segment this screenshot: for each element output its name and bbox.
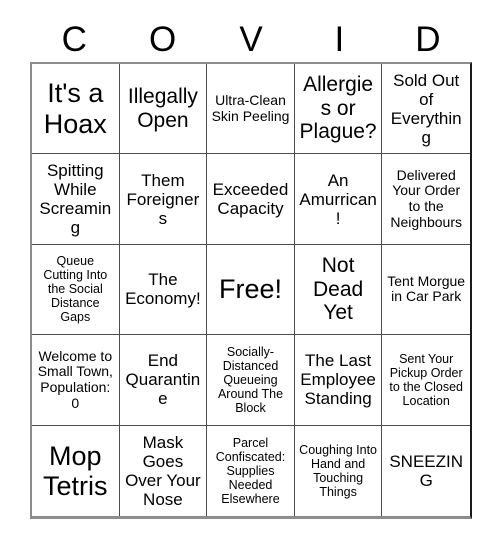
bingo-cell-label: Exceeded Capacity: [212, 180, 289, 219]
bingo-card: C O V I D It's a Hoax Illegally Open Ult…: [0, 0, 500, 544]
bingo-cell-label: Them Foreigners: [126, 170, 200, 228]
bingo-cell-label: Welcome to Small Town, Population: 0: [37, 347, 113, 411]
bingo-cell[interactable]: Ultra-Clean Skin Peeling: [207, 64, 295, 155]
bingo-cell-label: It's a Hoax: [43, 78, 107, 139]
bingo-cell-label: Spitting While Screaming: [39, 161, 112, 238]
header-letter-d: D: [415, 19, 441, 59]
bingo-cell[interactable]: Sold Out of Everything: [382, 64, 470, 155]
bingo-cell-label: An Amurrican!: [299, 170, 377, 228]
bingo-cell-label: Mop Tetris: [43, 440, 108, 501]
bingo-header-row: C O V I D: [30, 16, 472, 62]
header-letter-i: I: [334, 19, 345, 59]
bingo-cell-label: Delivered Your Order to the Neighbours: [390, 166, 462, 230]
header-letter-v: V: [239, 19, 263, 59]
bingo-cell[interactable]: SNEEZING: [382, 425, 470, 516]
bingo-cell[interactable]: Welcome to Small Town, Population: 0: [32, 335, 120, 426]
bingo-cell[interactable]: Allergies or Plague?: [294, 64, 383, 155]
bingo-cell[interactable]: An Amurrican!: [294, 154, 383, 245]
bingo-cell-label: Queue Cutting Into the Social Distance G…: [43, 254, 108, 325]
bingo-cell-free-space[interactable]: Free!: [207, 244, 295, 336]
bingo-cell[interactable]: Delivered Your Order to the Neighbours: [382, 154, 470, 245]
bingo-cell[interactable]: Mop Tetris: [32, 425, 120, 516]
bingo-cell[interactable]: It's a Hoax: [32, 64, 120, 155]
bingo-cell-label: Parcel Confiscated: Supplies Needed Else…: [215, 435, 286, 506]
bingo-cell[interactable]: Them Foreigners: [119, 154, 208, 245]
bingo-cell-label: Not Dead Yet: [312, 254, 364, 325]
bingo-cell-label: Ultra-Clean Skin Peeling: [211, 92, 290, 124]
bingo-cell[interactable]: Tent Morgue in Car Park: [382, 244, 470, 336]
bingo-cell-label: Illegally Open: [127, 85, 198, 132]
bingo-cell[interactable]: Coughing Into Hand and Touching Things: [294, 425, 383, 516]
bingo-cell[interactable]: Mask Goes Over Your Nose: [119, 425, 208, 516]
bingo-cell[interactable]: The Economy!: [119, 244, 208, 336]
bingo-cell[interactable]: Sent Your Pickup Order to the Closed Loc…: [382, 335, 470, 426]
bingo-cell[interactable]: Spitting While Screaming: [32, 154, 120, 245]
bingo-cell-label: Sent Your Pickup Order to the Closed Loc…: [389, 351, 464, 408]
bingo-cell-label: Socially-Distanced Queueing Around The B…: [217, 344, 284, 415]
header-letter-c: C: [61, 19, 87, 59]
bingo-cell-label: Sold Out of Everything: [390, 70, 462, 147]
bingo-cell-label: Tent Morgue in Car Park: [387, 272, 466, 305]
bingo-cell[interactable]: Illegally Open: [119, 64, 208, 155]
bingo-cell[interactable]: Socially-Distanced Queueing Around The B…: [207, 335, 295, 426]
bingo-cell-label: The Economy!: [125, 270, 201, 309]
bingo-cell-label: SNEEZING: [389, 451, 464, 490]
bingo-cell-label: Free!: [218, 274, 282, 305]
bingo-cell[interactable]: The Last Employee Standing: [294, 335, 383, 426]
bingo-cell-label: Mask Goes Over Your Nose: [125, 432, 201, 509]
bingo-cell-label: Coughing Into Hand and Touching Things: [299, 442, 378, 499]
bingo-grid: It's a Hoax Illegally Open Ultra-Clean S…: [30, 62, 472, 519]
bingo-cell[interactable]: Not Dead Yet: [294, 244, 383, 336]
bingo-cell[interactable]: Parcel Confiscated: Supplies Needed Else…: [207, 425, 295, 516]
bingo-cell[interactable]: Queue Cutting Into the Social Distance G…: [32, 244, 120, 336]
bingo-cell[interactable]: Exceeded Capacity: [207, 154, 295, 245]
bingo-cell[interactable]: End Quarantine: [119, 335, 208, 426]
bingo-cell-label: The Last Employee Standing: [300, 351, 376, 409]
header-letter-o: O: [148, 19, 177, 59]
bingo-cell-label: Allergies or Plague?: [299, 73, 377, 144]
bingo-cell-label: End Quarantine: [125, 351, 201, 409]
